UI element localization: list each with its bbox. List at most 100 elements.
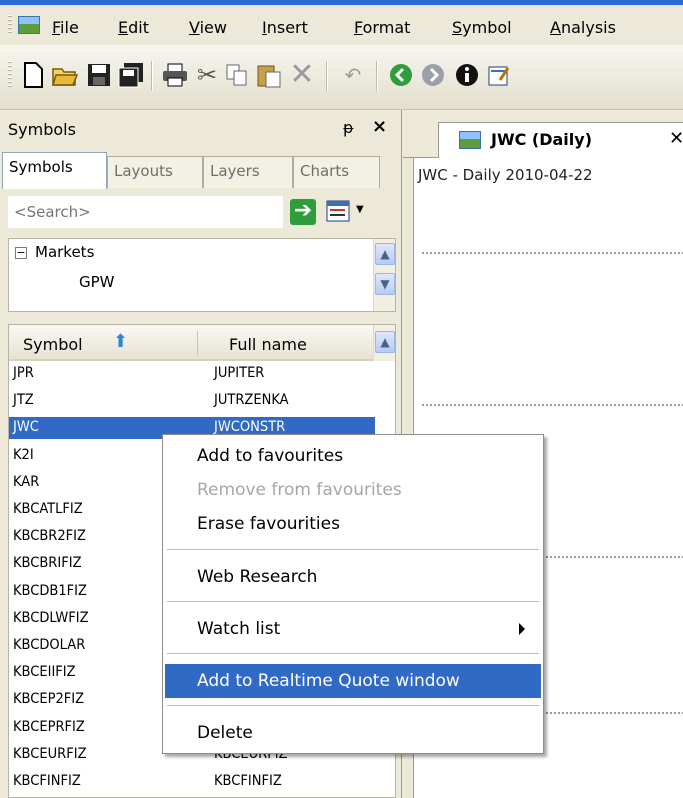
cell-symbol: KBCBRIFIZ — [13, 555, 82, 572]
chart-tab-label: JWC (Daily) — [491, 130, 593, 149]
menu-separator — [167, 653, 539, 654]
search-input[interactable] — [8, 196, 283, 228]
menu-symbol[interactable]: Symbol — [452, 18, 512, 37]
column-header-full-name[interactable]: Full name — [229, 335, 307, 354]
menu-item-watch-list[interactable]: Watch list — [165, 612, 541, 646]
chevron-down-icon: ▼ — [356, 204, 364, 215]
filter-list-button[interactable]: ▼ — [326, 200, 366, 226]
tab-layers[interactable]: Layers — [203, 156, 293, 188]
menu-item-web-research[interactable]: Web Research — [165, 560, 541, 594]
column-divider[interactable] — [197, 331, 198, 355]
menu-item-delete[interactable]: Delete — [165, 716, 541, 750]
open-folder-icon[interactable] — [50, 59, 80, 91]
cell-full-name: JWCONSTR — [214, 419, 286, 436]
sort-ascending-icon[interactable]: ⬆ — [113, 331, 128, 352]
undo-icon[interactable]: ↶ — [338, 59, 368, 91]
save-all-icon[interactable] — [116, 59, 146, 91]
scroll-down-icon[interactable]: ▼ — [375, 273, 395, 295]
menu-file[interactable]: File — [52, 18, 79, 37]
delete-icon[interactable]: ✕ — [287, 59, 317, 91]
cell-symbol: K2I — [13, 446, 34, 463]
menu-separator — [167, 549, 539, 550]
column-header-symbol[interactable]: Symbol — [23, 335, 83, 354]
copy-icon[interactable] — [222, 59, 252, 91]
close-icon[interactable]: ✕ — [669, 128, 683, 149]
tab-chart-jwc[interactable]: JWC (Daily) ✕ — [438, 122, 683, 159]
cell-symbol: KBCEURFIZ — [13, 745, 87, 762]
chart-icon — [459, 131, 481, 149]
table-row[interactable]: JPR JUPITER — [9, 363, 375, 385]
toolbar-separator — [326, 61, 328, 91]
toolbar-grip[interactable] — [8, 61, 12, 89]
scroll-up-icon[interactable]: ▲ — [375, 331, 395, 353]
menu-insert[interactable]: Insert — [262, 18, 308, 37]
toolbar-separator — [376, 61, 378, 91]
forward-icon[interactable] — [418, 59, 448, 91]
cell-symbol: JWC — [13, 419, 39, 436]
cell-full-name: KBCFINFIZ — [214, 773, 282, 789]
pin-icon[interactable]: ᵽ — [343, 118, 354, 137]
menu-separator — [167, 601, 539, 602]
app-icon[interactable] — [18, 16, 40, 34]
new-document-icon[interactable] — [18, 59, 48, 91]
cell-symbol: KBCDB1FIZ — [13, 582, 87, 599]
tab-charts[interactable]: Charts — [293, 156, 380, 188]
scroll-up-icon[interactable]: ▲ — [375, 243, 395, 265]
menu-item-add-to-realtime-quote[interactable]: Add to Realtime Quote window — [165, 664, 541, 698]
cell-symbol: KBCATLFIZ — [13, 501, 83, 517]
menu-edit[interactable]: Edit — [118, 18, 149, 37]
markets-tree: − Markets GPW ▲ ▼ — [8, 238, 396, 312]
toolbar: ✂ ✕ ↶ — [0, 45, 683, 110]
go-arrow-icon[interactable]: ➔ — [290, 199, 316, 225]
submenu-arrow-icon — [519, 623, 525, 635]
menubar-grip[interactable] — [8, 15, 12, 35]
cell-symbol: KBCEPRFIZ — [13, 718, 85, 735]
cell-symbol: KBCDLWFIZ — [13, 609, 89, 626]
grid-line — [422, 252, 683, 254]
tab-symbols[interactable]: Symbols — [2, 152, 107, 189]
tree-node-label: Markets — [35, 243, 95, 261]
tree-node-markets[interactable]: − Markets — [15, 243, 94, 261]
menu-separator — [167, 705, 539, 706]
table-row[interactable]: KBCFINFIZ KBCFINFIZ — [9, 771, 375, 793]
save-icon[interactable] — [84, 59, 114, 91]
menu-item-label: Watch list — [197, 619, 281, 639]
cell-symbol: JTZ — [13, 392, 34, 409]
tree-scrollbar[interactable]: ▲ ▼ — [373, 239, 395, 311]
search-row: ➔ ▼ — [8, 196, 396, 230]
grid-line — [422, 404, 683, 406]
panel-tabs: Symbols Layouts Layers Charts — [2, 152, 398, 189]
chart-tab-bar: JWC (Daily) ✕ — [403, 110, 683, 159]
edit-icon[interactable] — [484, 59, 514, 91]
paste-icon[interactable] — [254, 59, 284, 91]
cell-symbol: KBCDOLAR — [13, 637, 86, 653]
cell-symbol: KBCEP2FIZ — [13, 691, 85, 708]
cell-symbol: KAR — [13, 473, 40, 490]
close-icon[interactable]: × — [372, 116, 387, 137]
back-icon[interactable] — [386, 59, 416, 91]
cell-full-name: JUPITER — [214, 365, 265, 381]
info-icon[interactable] — [452, 59, 482, 91]
list-icon — [326, 200, 350, 222]
cell-symbol: KBCBR2FIZ — [13, 528, 86, 545]
tree-node-gpw[interactable]: GPW — [79, 273, 115, 291]
tab-layouts[interactable]: Layouts — [107, 156, 203, 188]
menu-analysis[interactable]: Analysis — [550, 18, 616, 37]
table-header: Symbol ⬆ Full name — [9, 325, 375, 361]
menu-format[interactable]: Format — [354, 18, 410, 37]
toolbar-separator — [151, 61, 153, 91]
menu-item-add-to-favourites[interactable]: Add to favourites — [165, 439, 541, 473]
menu-item-remove-from-favourites: Remove from favourites — [197, 480, 402, 500]
menu-view[interactable]: View — [189, 18, 227, 37]
cell-symbol: JPR — [13, 365, 34, 381]
table-row[interactable]: JTZ JUTRZENKA — [9, 390, 375, 412]
panel-title: Symbols — [8, 120, 76, 139]
menu-item-erase-favourities[interactable]: Erase favourities — [165, 507, 541, 541]
table-scrollbar[interactable]: ▲ — [373, 325, 395, 361]
cut-icon[interactable]: ✂ — [192, 59, 222, 91]
chart-caption: JWC - Daily 2010-04-22 — [418, 166, 593, 184]
cell-symbol: KBCEIIFIZ — [13, 664, 76, 681]
menu-bar: File Edit View Insert Format Symbol Anal… — [0, 5, 683, 45]
print-icon[interactable] — [160, 59, 190, 91]
collapse-icon[interactable]: − — [15, 247, 27, 259]
